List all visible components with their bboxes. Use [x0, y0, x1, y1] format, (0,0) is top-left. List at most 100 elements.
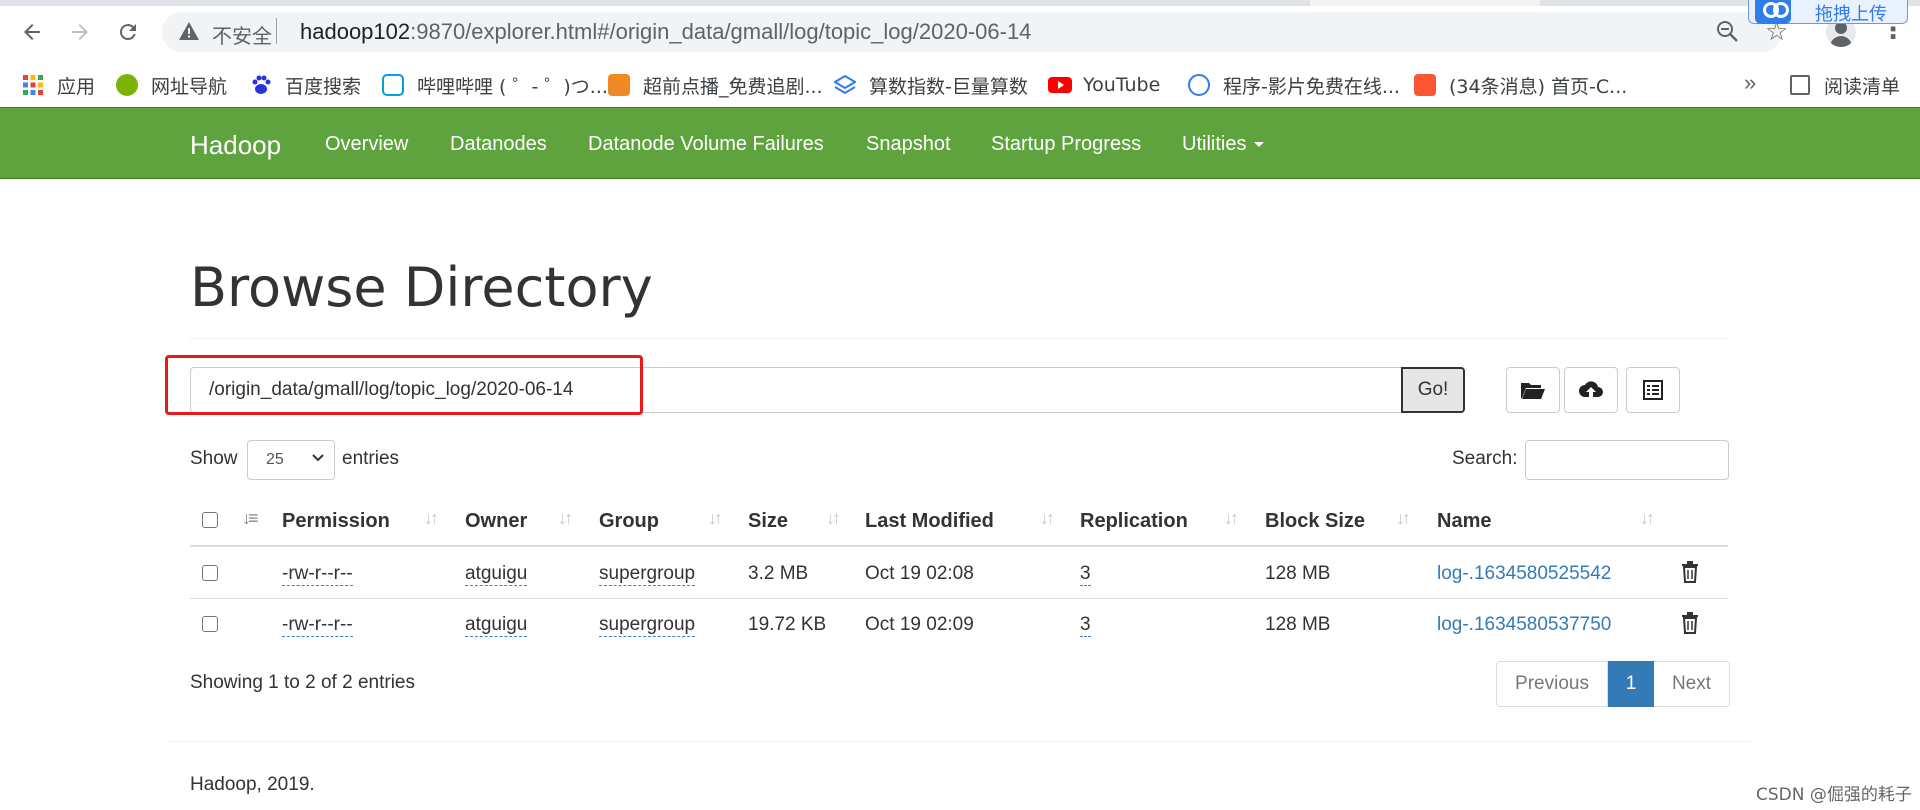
- select-all-checkbox[interactable]: [202, 512, 218, 528]
- nav-snapshot[interactable]: Snapshot: [866, 133, 951, 156]
- trash-icon[interactable]: [1681, 612, 1699, 634]
- list-alt-icon: [1643, 380, 1663, 400]
- show-label: Show: [190, 448, 238, 469]
- cut-paste-button[interactable]: [1626, 367, 1680, 413]
- address-bar[interactable]: 不安全 hadoop102:9870/explorer.html#/origin…: [162, 12, 1782, 52]
- cell-replication[interactable]: 3: [1080, 563, 1091, 586]
- youtube-icon: [1048, 74, 1072, 96]
- cell-owner[interactable]: atguigu: [465, 563, 528, 586]
- bookmark-apps[interactable]: 应用: [22, 64, 95, 106]
- entries-select-value: 25: [266, 451, 284, 468]
- cell-last-modified: Oct 19 02:08: [865, 563, 974, 584]
- back-icon[interactable]: [16, 16, 48, 48]
- cell-group[interactable]: supergroup: [599, 614, 696, 637]
- bookmark-movies[interactable]: 程序-影片免费在线...: [1188, 64, 1400, 106]
- file-name-link[interactable]: log-.1634580537750: [1437, 614, 1611, 636]
- browser-tab[interactable]: [1310, 0, 1540, 6]
- row-checkbox[interactable]: [202, 565, 218, 581]
- group-value: supergroup: [599, 563, 696, 586]
- previous-page-button[interactable]: Previous: [1496, 661, 1608, 707]
- bookmark-suanshu[interactable]: 算数指数-巨量算数: [833, 64, 1028, 106]
- sort-asc-icon[interactable]: ↓≡: [242, 508, 258, 529]
- sort-icon[interactable]: ↓↑: [708, 508, 723, 529]
- header-block-size[interactable]: Block Size: [1265, 510, 1365, 533]
- sort-icon[interactable]: ↓↑: [1040, 508, 1055, 529]
- orange-box-icon: [608, 74, 630, 96]
- sort-icon[interactable]: ↓↑: [558, 508, 573, 529]
- next-page-button[interactable]: Next: [1654, 661, 1730, 707]
- file-name-link[interactable]: log-.1634580525542: [1437, 563, 1611, 585]
- forward-icon[interactable]: [64, 16, 96, 48]
- baidu-cloud-icon: [1755, 0, 1791, 24]
- cell-block-size: 128 MB: [1265, 614, 1331, 635]
- sort-icon[interactable]: ↓↑: [424, 508, 439, 529]
- bookmarks-more-icon[interactable]: »: [1744, 70, 1756, 96]
- navbar-brand[interactable]: Hadoop: [190, 130, 281, 161]
- bookmark-label: 网址导航: [151, 75, 228, 98]
- bookmark-drama[interactable]: 超前点播_免费追剧...: [608, 64, 823, 106]
- upload-extension-button[interactable]: 拖拽上传: [1748, 0, 1908, 25]
- cell-permission[interactable]: -rw-r--r--: [282, 614, 353, 637]
- apps-grid-icon: [22, 74, 44, 96]
- header-owner[interactable]: Owner: [465, 510, 527, 533]
- owner-value: atguigu: [465, 563, 528, 586]
- bookmarks-bar: 应用 网址导航 百度搜索 哔哩哔哩 ( ゜- ゜)つ... 超前点播_免费追剧.…: [0, 64, 1920, 106]
- warning-icon[interactable]: [178, 20, 200, 42]
- replication-value: 3: [1080, 563, 1091, 586]
- header-name[interactable]: Name: [1437, 510, 1491, 533]
- sort-icon[interactable]: ↓↑: [1396, 508, 1411, 529]
- nav-datanode-volume-failures[interactable]: Datanode Volume Failures: [588, 133, 824, 156]
- header-last-modified[interactable]: Last Modified: [865, 510, 994, 533]
- sort-icon[interactable]: ↓↑: [1224, 508, 1239, 529]
- reading-list-button[interactable]: 阅读清单: [1790, 64, 1900, 106]
- nav-overview[interactable]: Overview: [325, 133, 408, 156]
- cell-replication[interactable]: 3: [1080, 614, 1091, 637]
- directory-path-input[interactable]: /origin_data/gmall/log/topic_log/2020-06…: [190, 367, 1402, 413]
- trash-icon[interactable]: [1681, 561, 1699, 583]
- cell-group[interactable]: supergroup: [599, 563, 696, 586]
- bookmark-csdn[interactable]: (34条消息) 首页-C...: [1414, 64, 1627, 106]
- page-1-button[interactable]: 1: [1608, 661, 1654, 707]
- row-checkbox[interactable]: [202, 616, 218, 632]
- url-text[interactable]: hadoop102:9870/explorer.html#/origin_dat…: [300, 19, 1031, 45]
- layers-icon: [833, 74, 857, 96]
- bookmark-baidu[interactable]: 百度搜索: [250, 64, 361, 106]
- row-divider: [190, 598, 1728, 599]
- entries-label: entries: [342, 448, 400, 469]
- hadoop-navbar: Hadoop Overview Datanodes Datanode Volum…: [0, 107, 1920, 179]
- bookmark-label: (34条消息) 首页-C...: [1449, 75, 1628, 98]
- zoom-icon[interactable]: [1715, 19, 1741, 45]
- browser-toolbar: 不安全 hadoop102:9870/explorer.html#/origin…: [0, 0, 1920, 64]
- replication-value: 3: [1080, 614, 1091, 637]
- header-replication[interactable]: Replication: [1080, 510, 1188, 533]
- bookmark-youtube[interactable]: YouTube: [1048, 64, 1160, 106]
- csdn-icon: [1414, 74, 1436, 96]
- bookmark-hao123[interactable]: 网址导航: [116, 64, 227, 106]
- sort-icon[interactable]: ↓↑: [1640, 508, 1655, 529]
- search-label: Search:: [1452, 448, 1518, 469]
- insecure-label: 不安全: [212, 24, 272, 48]
- cell-owner[interactable]: atguigu: [465, 614, 528, 637]
- bookmark-label: YouTube: [1083, 74, 1161, 96]
- omnibox-divider: [276, 18, 277, 44]
- cell-permission[interactable]: -rw-r--r--: [282, 563, 353, 586]
- sort-icon[interactable]: ↓↑: [826, 508, 841, 529]
- entries-per-page-select[interactable]: 25: [247, 440, 335, 480]
- bookmark-bilibili[interactable]: 哔哩哔哩 ( ゜- ゜)つ...: [382, 64, 608, 106]
- nav-startup-progress[interactable]: Startup Progress: [991, 133, 1141, 156]
- header-group[interactable]: Group: [599, 510, 659, 533]
- upload-files-button[interactable]: [1564, 367, 1618, 413]
- nav-utilities[interactable]: Utilities: [1182, 133, 1265, 156]
- folder-open-icon: [1521, 383, 1545, 399]
- go-button[interactable]: Go!: [1401, 367, 1465, 413]
- header-permission[interactable]: Permission: [282, 510, 390, 533]
- upload-extension-label: 拖拽上传: [1815, 4, 1887, 25]
- create-directory-button[interactable]: [1506, 367, 1560, 413]
- cell-last-modified: Oct 19 02:09: [865, 614, 974, 635]
- search-input[interactable]: [1525, 440, 1729, 480]
- reload-icon[interactable]: [112, 16, 144, 48]
- bookmark-label: 超前点播_免费追剧...: [643, 75, 823, 98]
- header-size[interactable]: Size: [748, 510, 788, 533]
- tab-strip: [0, 0, 1920, 6]
- nav-datanodes[interactable]: Datanodes: [450, 133, 547, 156]
